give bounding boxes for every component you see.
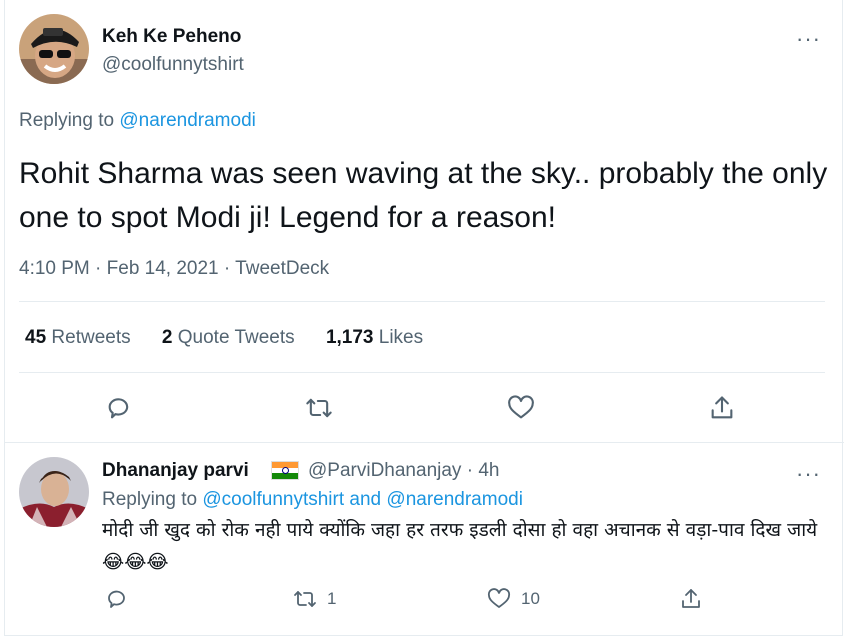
- india-flag-icon: [271, 461, 299, 480]
- divider: [19, 301, 825, 302]
- tweet-stats: 45 Retweets 2 Quote Tweets 1,173 Likes: [25, 327, 449, 349]
- thread-divider: [5, 442, 844, 443]
- reply-button[interactable]: [101, 390, 137, 426]
- share-icon: [682, 589, 700, 608]
- replying-to: Replying to @narendramodi: [19, 110, 256, 132]
- tweet-timestamp[interactable]: 4:10 PM · Feb 14, 2021 ·: [19, 258, 235, 279]
- author-handle[interactable]: @coolfunnytshirt: [102, 54, 244, 76]
- like-icon: [508, 395, 534, 419]
- more-icon[interactable]: ···: [796, 28, 821, 50]
- reply-icon: [108, 398, 129, 419]
- tweet-text: Rohit Sharma was seen waving at the sky.…: [19, 157, 828, 234]
- author-avatar[interactable]: [19, 14, 89, 84]
- likes-label: Likes: [378, 327, 424, 348]
- reply-like-count: 10: [521, 589, 540, 608]
- reply-text: मोदी जी खुद को रोक नही पाये क्योंकि जहा …: [102, 519, 818, 573]
- like-icon: [487, 588, 511, 608]
- replying-and: and: [344, 489, 387, 510]
- reply-author-handle: @ParviDhananjay · 4h: [308, 460, 499, 482]
- reply-separator: ·: [466, 460, 474, 481]
- quotes-stat[interactable]: 2 Quote Tweets: [162, 327, 295, 348]
- likes-count: 1,173: [325, 327, 374, 348]
- share-icon: [711, 396, 733, 419]
- quotes-label: Quote Tweets: [177, 327, 295, 348]
- reply-author-avatar[interactable]: [19, 457, 89, 527]
- reply-retweet-count: 1: [327, 589, 337, 608]
- reply-replying-to: Replying to @coolfunnytshirt and @narend…: [102, 489, 523, 511]
- retweets-stat[interactable]: 45 Retweets: [25, 327, 131, 348]
- share-button[interactable]: [704, 390, 740, 426]
- like-button[interactable]: [503, 390, 539, 426]
- quotes-count: 2: [161, 327, 173, 348]
- reply-share-button[interactable]: [679, 587, 703, 611]
- divider: [19, 372, 825, 373]
- reply-author-name[interactable]: Dhananjay parvi: [102, 460, 249, 482]
- reply-reply-button[interactable]: [105, 587, 129, 611]
- tweet-source[interactable]: TweetDeck: [235, 258, 329, 279]
- replying-prefix: Replying to: [19, 110, 120, 131]
- reply-more-icon[interactable]: ···: [796, 463, 821, 485]
- mention-link[interactable]: @narendramodi: [386, 489, 523, 510]
- retweets-label: Retweets: [51, 327, 131, 348]
- retweet-button[interactable]: [301, 390, 337, 426]
- likes-stat[interactable]: 1,173 Likes: [326, 327, 423, 348]
- mention-link[interactable]: @narendramodi: [119, 110, 256, 131]
- mention-link[interactable]: @coolfunnytshirt: [202, 489, 344, 510]
- tweet-meta: 4:10 PM · Feb 14, 2021 · TweetDeck: [19, 258, 329, 280]
- reply-handle-text[interactable]: @ParviDhananjay: [308, 460, 461, 481]
- reply-retweet-button[interactable]: 1: [293, 587, 336, 611]
- retweets-count: 45: [25, 327, 47, 348]
- tweet-detail-panel: Keh Ke Peheno @coolfunnytshirt ··· Reply…: [4, 0, 844, 636]
- author-name[interactable]: Keh Ke Peheno: [102, 26, 241, 48]
- reply-like-button[interactable]: 10: [487, 587, 540, 611]
- retweet-icon: [294, 591, 316, 607]
- reply-time[interactable]: 4h: [478, 460, 499, 481]
- reply-replying-prefix: Replying to: [102, 489, 203, 510]
- reply-icon: [108, 590, 125, 608]
- retweet-icon: [306, 398, 332, 418]
